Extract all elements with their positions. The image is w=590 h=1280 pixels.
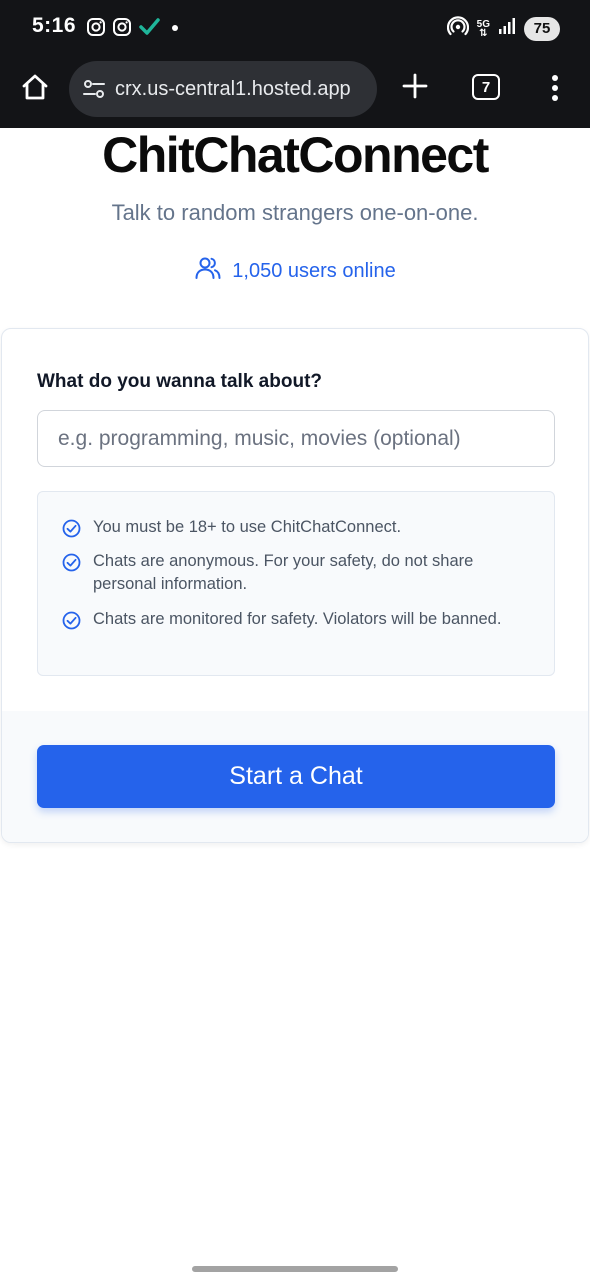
check-icon xyxy=(138,17,160,42)
rule-text: Chats are anonymous. For your safety, do… xyxy=(93,552,474,593)
status-bar: 5:16 5G ⇅ 75 xyxy=(0,0,590,56)
rule-item: Chats are anonymous. For your safety, do… xyxy=(62,550,532,596)
status-time: 5:16 xyxy=(32,14,77,37)
tab-count: 7 xyxy=(481,78,491,96)
signal-icon xyxy=(498,17,516,40)
rules-panel: You must be 18+ to use ChitChatConnect. … xyxy=(37,491,555,676)
check-circle-icon xyxy=(62,553,81,579)
rule-item: You must be 18+ to use ChitChatConnect. xyxy=(62,516,532,545)
online-count-text: 1,050 users online xyxy=(232,259,396,282)
rule-item: Chats are monitored for safety. Violator… xyxy=(62,608,532,637)
menu-dot xyxy=(552,95,558,101)
check-circle-icon xyxy=(62,611,81,637)
users-icon xyxy=(194,254,222,288)
home-indicator[interactable] xyxy=(192,1266,398,1272)
more-vert-icon[interactable] xyxy=(545,72,565,104)
rule-text: Chats are monitored for safety. Violator… xyxy=(93,610,502,628)
browser-toolbar: crx.us-central1.hosted.app 7 xyxy=(0,56,590,128)
card-footer: Start a Chat xyxy=(2,711,588,842)
topic-input[interactable] xyxy=(37,410,555,467)
address-bar[interactable]: crx.us-central1.hosted.app xyxy=(69,61,377,117)
chat-setup-card: What do you wanna talk about? You must b… xyxy=(1,328,589,843)
system-icons: 5G ⇅ 75 xyxy=(446,15,560,42)
notification-icons xyxy=(86,17,184,42)
check-circle-icon xyxy=(62,519,81,545)
home-button[interactable] xyxy=(18,72,52,106)
page-subtitle: Talk to random strangers one-on-one. xyxy=(111,200,479,225)
network-type-label: 5G xyxy=(476,18,490,30)
new-tab-button[interactable] xyxy=(400,73,430,103)
topic-label: What do you wanna talk about? xyxy=(37,371,322,392)
instagram-icon xyxy=(86,17,106,42)
tabs-button[interactable]: 7 xyxy=(472,74,500,100)
rule-text: You must be 18+ to use ChitChatConnect. xyxy=(93,518,402,536)
home-icon xyxy=(20,72,50,107)
hotspot-icon xyxy=(446,15,469,42)
page-title: ChitChatConnect xyxy=(102,127,489,183)
start-chat-button[interactable]: Start a Chat xyxy=(37,745,555,808)
5g-icon: 5G ⇅ xyxy=(476,18,490,39)
screen: 5:16 5G ⇅ 75 crx.us-central1.hosted.app … xyxy=(0,0,590,1280)
notification-dot-icon xyxy=(166,17,184,42)
battery-icon: 75 xyxy=(524,16,560,41)
menu-dot xyxy=(552,85,558,91)
plus-icon xyxy=(402,73,428,104)
site-settings-icon[interactable] xyxy=(81,76,107,102)
menu-dot xyxy=(552,75,558,81)
online-count: 1,050 users online xyxy=(0,254,590,288)
instagram-icon xyxy=(112,17,132,42)
url-text: crx.us-central1.hosted.app xyxy=(115,77,351,100)
